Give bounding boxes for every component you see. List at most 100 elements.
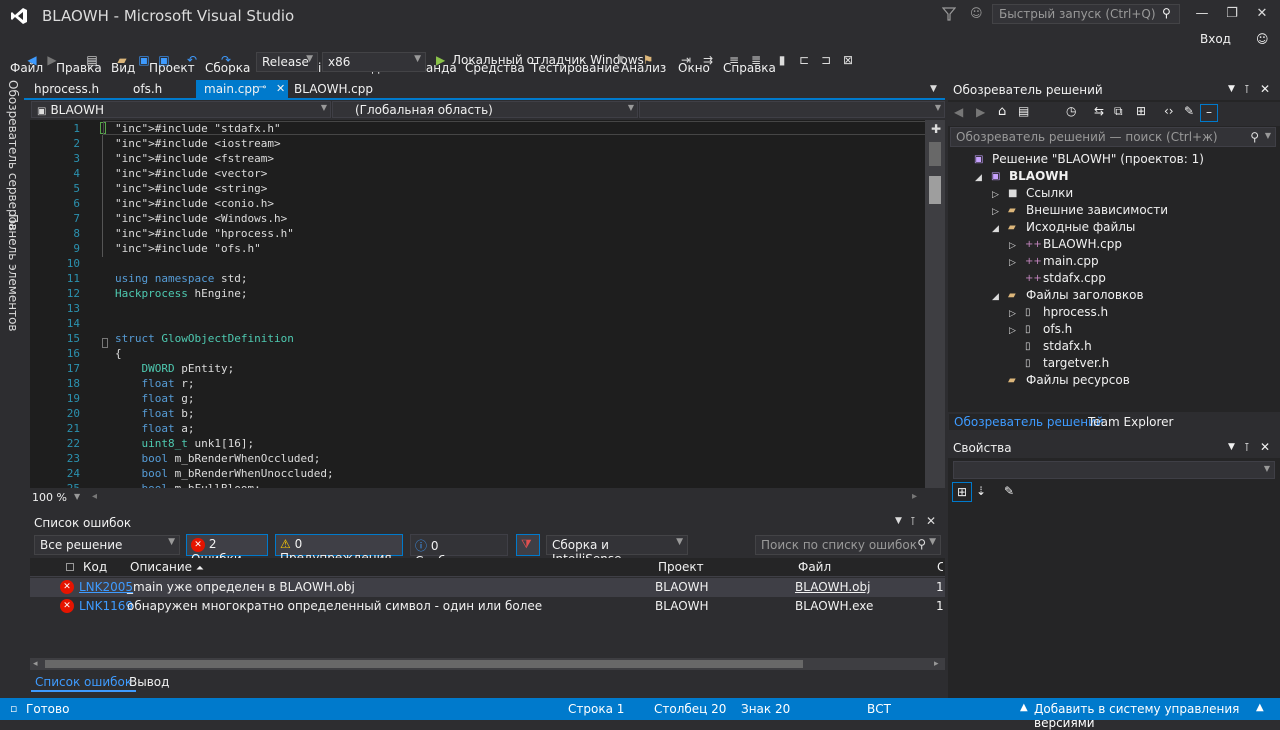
scope-navigation-select[interactable]: (Глобальная область) ▼ bbox=[332, 101, 638, 118]
switch-views-icon[interactable]: ▤ bbox=[1018, 104, 1029, 118]
source-control-menu-icon[interactable]: ▲ bbox=[1256, 702, 1264, 713]
error-search-input[interactable]: Поиск по списку ошибок ⚲ ▼ bbox=[755, 535, 941, 555]
tab-error-list[interactable]: Список ошибок bbox=[31, 674, 137, 692]
home-icon[interactable]: ⌂ bbox=[998, 104, 1006, 119]
messages-filter-button[interactable]: ⓘ 0 Сообщения bbox=[410, 534, 508, 568]
platform-select[interactable]: x86 ▼ bbox=[322, 52, 426, 72]
new-project-icon[interactable]: ▤ bbox=[84, 52, 100, 68]
tree-item[interactable]: ◢ ▣ BLAOWH bbox=[975, 169, 1069, 183]
expanded-arrow-icon[interactable]: ◢ bbox=[992, 224, 1008, 234]
collapse-all-icon[interactable]: ⧉ bbox=[1114, 104, 1123, 119]
struct-collapse-marker[interactable] bbox=[102, 338, 108, 348]
view-code-icon[interactable]: ‹› bbox=[1164, 104, 1174, 118]
code-line[interactable]: float g; bbox=[115, 391, 195, 406]
toolbox-tab[interactable]: Панель элементов bbox=[6, 214, 20, 332]
tree-item[interactable]: ▷ ▯ ofs.h bbox=[1009, 322, 1072, 336]
save-all-icon[interactable]: ▣ bbox=[156, 52, 172, 68]
tab-blaowh-cpp[interactable]: BLAOWH.cpp bbox=[286, 80, 381, 99]
undo-icon[interactable]: ↶ bbox=[184, 52, 200, 68]
project-navigation-select[interactable]: ▣ BLAOWH ▼ bbox=[31, 101, 331, 118]
tree-item[interactable]: ▰ Файлы ресурсов bbox=[992, 373, 1130, 387]
clear-bookmarks-icon[interactable]: ⊠ bbox=[840, 52, 856, 68]
table-row[interactable]: ✕ LNK2005 _main уже определен в BLAOWH.o… bbox=[30, 578, 945, 597]
pin-panel-icon[interactable]: ⊺ bbox=[1244, 441, 1250, 454]
forward-icon[interactable]: ▶ bbox=[44, 52, 60, 68]
scroll-right-icon[interactable]: ▸ bbox=[934, 659, 939, 669]
comment-icon[interactable]: ≡ bbox=[726, 52, 742, 68]
error-scroll-thumb[interactable] bbox=[45, 660, 803, 668]
panel-menu-icon[interactable]: ▼ bbox=[1228, 84, 1235, 94]
scroll-right-icon[interactable]: ▸ bbox=[912, 491, 917, 502]
scroll-left-icon[interactable]: ◂ bbox=[92, 491, 97, 502]
properties-object-select[interactable]: ▼ bbox=[953, 461, 1275, 479]
errors-filter-button[interactable]: ✕ 2 Ошибки bbox=[186, 534, 268, 566]
collapsed-arrow-icon[interactable]: ▷ bbox=[1009, 258, 1025, 268]
code-line[interactable]: struct GlowObjectDefinition bbox=[115, 331, 294, 346]
step-icon[interactable]: ⇥ bbox=[678, 52, 694, 68]
code-line[interactable]: { bbox=[115, 346, 122, 361]
uncomment-icon[interactable]: ≣ bbox=[748, 52, 764, 68]
categorized-icon[interactable]: ⊞ bbox=[952, 482, 972, 502]
solution-search-input[interactable]: Обозреватель решений — поиск (Ctrl+ж) ⚲ ▼ bbox=[950, 127, 1276, 147]
next-bookmark-icon[interactable]: ⊐ bbox=[818, 52, 834, 68]
tab-ofs-h[interactable]: ofs.h bbox=[125, 80, 170, 99]
tree-item[interactable]: ▷ ++BLAOWH.cpp bbox=[1009, 237, 1122, 251]
col-file[interactable]: Файл bbox=[798, 560, 831, 574]
collapsed-arrow-icon[interactable]: ▷ bbox=[1009, 241, 1025, 251]
sign-in-link[interactable]: Вход bbox=[1200, 32, 1231, 46]
tree-item[interactable]: ◢ ▰ Файлы заголовков bbox=[992, 288, 1144, 302]
editor-vertical-scrollbar[interactable]: ✚ bbox=[925, 120, 945, 488]
code-line[interactable]: float a; bbox=[115, 421, 195, 436]
pending-changes-icon[interactable]: ◷ bbox=[1066, 104, 1076, 118]
tree-item[interactable]: ▷ ▯ hprocess.h bbox=[1009, 305, 1108, 319]
start-debugger-button[interactable]: Локальный отладчик Windows bbox=[452, 53, 644, 67]
show-all-files-icon[interactable]: ⊞ bbox=[1136, 104, 1146, 118]
tree-item[interactable]: ▯ targetver.h bbox=[1009, 356, 1109, 370]
error-code-link[interactable]: LNK1169 bbox=[79, 599, 133, 613]
tab-hprocess-h[interactable]: hprocess.h bbox=[26, 80, 107, 99]
forward-icon[interactable]: ▶ bbox=[976, 105, 985, 119]
code-line[interactable]: "inc">#include <conio.h> bbox=[115, 196, 274, 211]
back-icon[interactable]: ◀ bbox=[954, 105, 963, 119]
code-line[interactable]: "inc">#include "stdafx.h" bbox=[115, 121, 281, 136]
sync-icon[interactable]: ⇆ bbox=[1094, 104, 1104, 118]
zoom-dropdown-icon[interactable]: ▼ bbox=[74, 492, 80, 501]
code-line[interactable]: DWORD pEntity; bbox=[115, 361, 235, 376]
pin-panel-icon[interactable]: ⊺ bbox=[1244, 83, 1250, 96]
quick-launch-input[interactable]: Быстрый запуск (Ctrl+Q) bbox=[992, 4, 1180, 24]
pin-icon[interactable]: ⊸ bbox=[258, 82, 266, 93]
maximize-button[interactable]: ❐ bbox=[1218, 6, 1246, 24]
tree-item[interactable]: ▣ Решение "BLAOWH" (проектов: 1) bbox=[958, 152, 1204, 166]
collapsed-arrow-icon[interactable]: ▷ bbox=[1009, 309, 1025, 319]
pin-panel-icon[interactable]: ⊺ bbox=[910, 515, 916, 528]
collapsed-arrow-icon[interactable]: ▷ bbox=[992, 207, 1008, 217]
col-line[interactable]: С bbox=[937, 560, 943, 574]
code-line[interactable]: "inc">#include <string> bbox=[115, 181, 267, 196]
filter-icon[interactable]: ⧩ bbox=[516, 534, 540, 556]
code-line[interactable]: bool m_bRenderWhenOccluded; bbox=[115, 451, 321, 466]
error-code-link[interactable]: LNK2005 bbox=[79, 580, 133, 594]
scroll-left-icon[interactable]: ◂ bbox=[33, 659, 38, 669]
tree-item[interactable]: ▷ ▰ Внешние зависимости bbox=[992, 203, 1168, 217]
scroll-thumb[interactable] bbox=[929, 142, 941, 166]
col-code[interactable]: Код bbox=[83, 560, 107, 574]
expand-all-icon[interactable] bbox=[66, 563, 74, 571]
member-navigation-select[interactable]: ▼ bbox=[639, 101, 945, 118]
code-line[interactable]: "inc">#include <iostream> bbox=[115, 136, 281, 151]
step-over-icon[interactable]: ⇉ bbox=[700, 52, 716, 68]
close-panel-icon[interactable]: ✕ bbox=[1260, 82, 1270, 96]
code-line[interactable]: "inc">#include <vector> bbox=[115, 166, 267, 181]
redo-icon[interactable]: ↷ bbox=[218, 52, 234, 68]
split-editor-icon[interactable]: ✚ bbox=[931, 122, 941, 136]
account-icon[interactable]: ☺ bbox=[1256, 32, 1269, 46]
tab-output[interactable]: Вывод bbox=[125, 674, 173, 690]
tree-item[interactable]: ◢ ▰ Исходные файлы bbox=[992, 220, 1135, 234]
minimize-button[interactable]: — bbox=[1188, 6, 1216, 24]
code-line[interactable]: "inc">#include <fstream> bbox=[115, 151, 274, 166]
tab-main-cpp[interactable]: main.cpp ⊸ ✕ bbox=[196, 80, 288, 99]
properties-icon[interactable]: ✎ bbox=[1184, 104, 1194, 118]
close-window-button[interactable]: ✕ bbox=[1248, 6, 1276, 24]
panel-menu-icon[interactable]: ▼ bbox=[1228, 442, 1235, 452]
code-line[interactable]: float r; bbox=[115, 376, 195, 391]
find-in-files-icon[interactable]: ⚑ bbox=[640, 52, 656, 68]
